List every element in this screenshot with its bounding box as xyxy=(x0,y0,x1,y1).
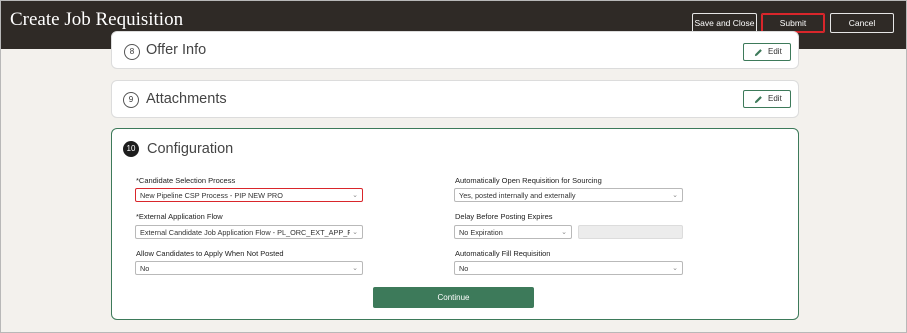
candidate-selection-process-label: *Candidate Selection Process xyxy=(136,176,236,185)
pencil-icon xyxy=(754,94,763,110)
auto-open-requisition-select[interactable]: Yes, posted internally and externally ⌄ xyxy=(454,188,683,202)
edit-label: Edit xyxy=(768,94,782,103)
page-title: Create Job Requisition xyxy=(10,9,184,30)
delay-before-posting-label: Delay Before Posting Expires xyxy=(455,212,553,221)
chevron-down-icon: ⌄ xyxy=(352,192,358,199)
section-title: Configuration xyxy=(147,141,234,157)
delay-before-posting-extra-field xyxy=(578,225,683,239)
step-number-badge: 9 xyxy=(123,92,139,108)
save-and-close-button[interactable]: Save and Close xyxy=(692,13,757,33)
attachments-edit-button[interactable]: Edit xyxy=(743,90,791,108)
step-number-badge: 10 xyxy=(123,141,139,157)
chevron-down-icon: ⌄ xyxy=(672,192,678,199)
continue-button[interactable]: Continue xyxy=(373,287,534,308)
chevron-down-icon: ⌄ xyxy=(561,229,567,236)
allow-apply-not-posted-select[interactable]: No ⌄ xyxy=(135,261,363,275)
candidate-selection-process-select[interactable]: New Pipeline CSP Process - PIP NEW PRO ⌄ xyxy=(135,188,363,202)
app-frame: Create Job Requisition Save and Close Su… xyxy=(0,0,907,333)
attachments-section: 9 Attachments Edit xyxy=(111,80,799,118)
chevron-down-icon: ⌄ xyxy=(672,265,678,272)
offer-info-edit-button[interactable]: Edit xyxy=(743,43,791,61)
external-application-flow-label: *External Application Flow xyxy=(136,212,223,221)
auto-open-requisition-label: Automatically Open Requisition for Sourc… xyxy=(455,176,602,185)
auto-fill-requisition-select[interactable]: No ⌄ xyxy=(454,261,683,275)
offer-info-section: 8 Offer Info Edit xyxy=(111,31,799,69)
pencil-icon xyxy=(754,47,763,63)
delay-before-posting-select[interactable]: No Expiration ⌄ xyxy=(454,225,572,239)
cancel-button[interactable]: Cancel xyxy=(830,13,894,33)
section-title: Offer Info xyxy=(146,42,207,58)
submit-button[interactable]: Submit xyxy=(761,13,825,33)
section-title: Attachments xyxy=(146,91,227,107)
auto-fill-requisition-label: Automatically Fill Requisition xyxy=(455,249,551,258)
chevron-down-icon: ⌄ xyxy=(350,226,358,238)
edit-label: Edit xyxy=(768,47,782,56)
chevron-down-icon: ⌄ xyxy=(352,265,358,272)
external-application-flow-select[interactable]: External Candidate Job Application Flow … xyxy=(135,225,363,239)
step-number-badge: 8 xyxy=(124,44,140,60)
allow-apply-not-posted-label: Allow Candidates to Apply When Not Poste… xyxy=(136,249,284,258)
